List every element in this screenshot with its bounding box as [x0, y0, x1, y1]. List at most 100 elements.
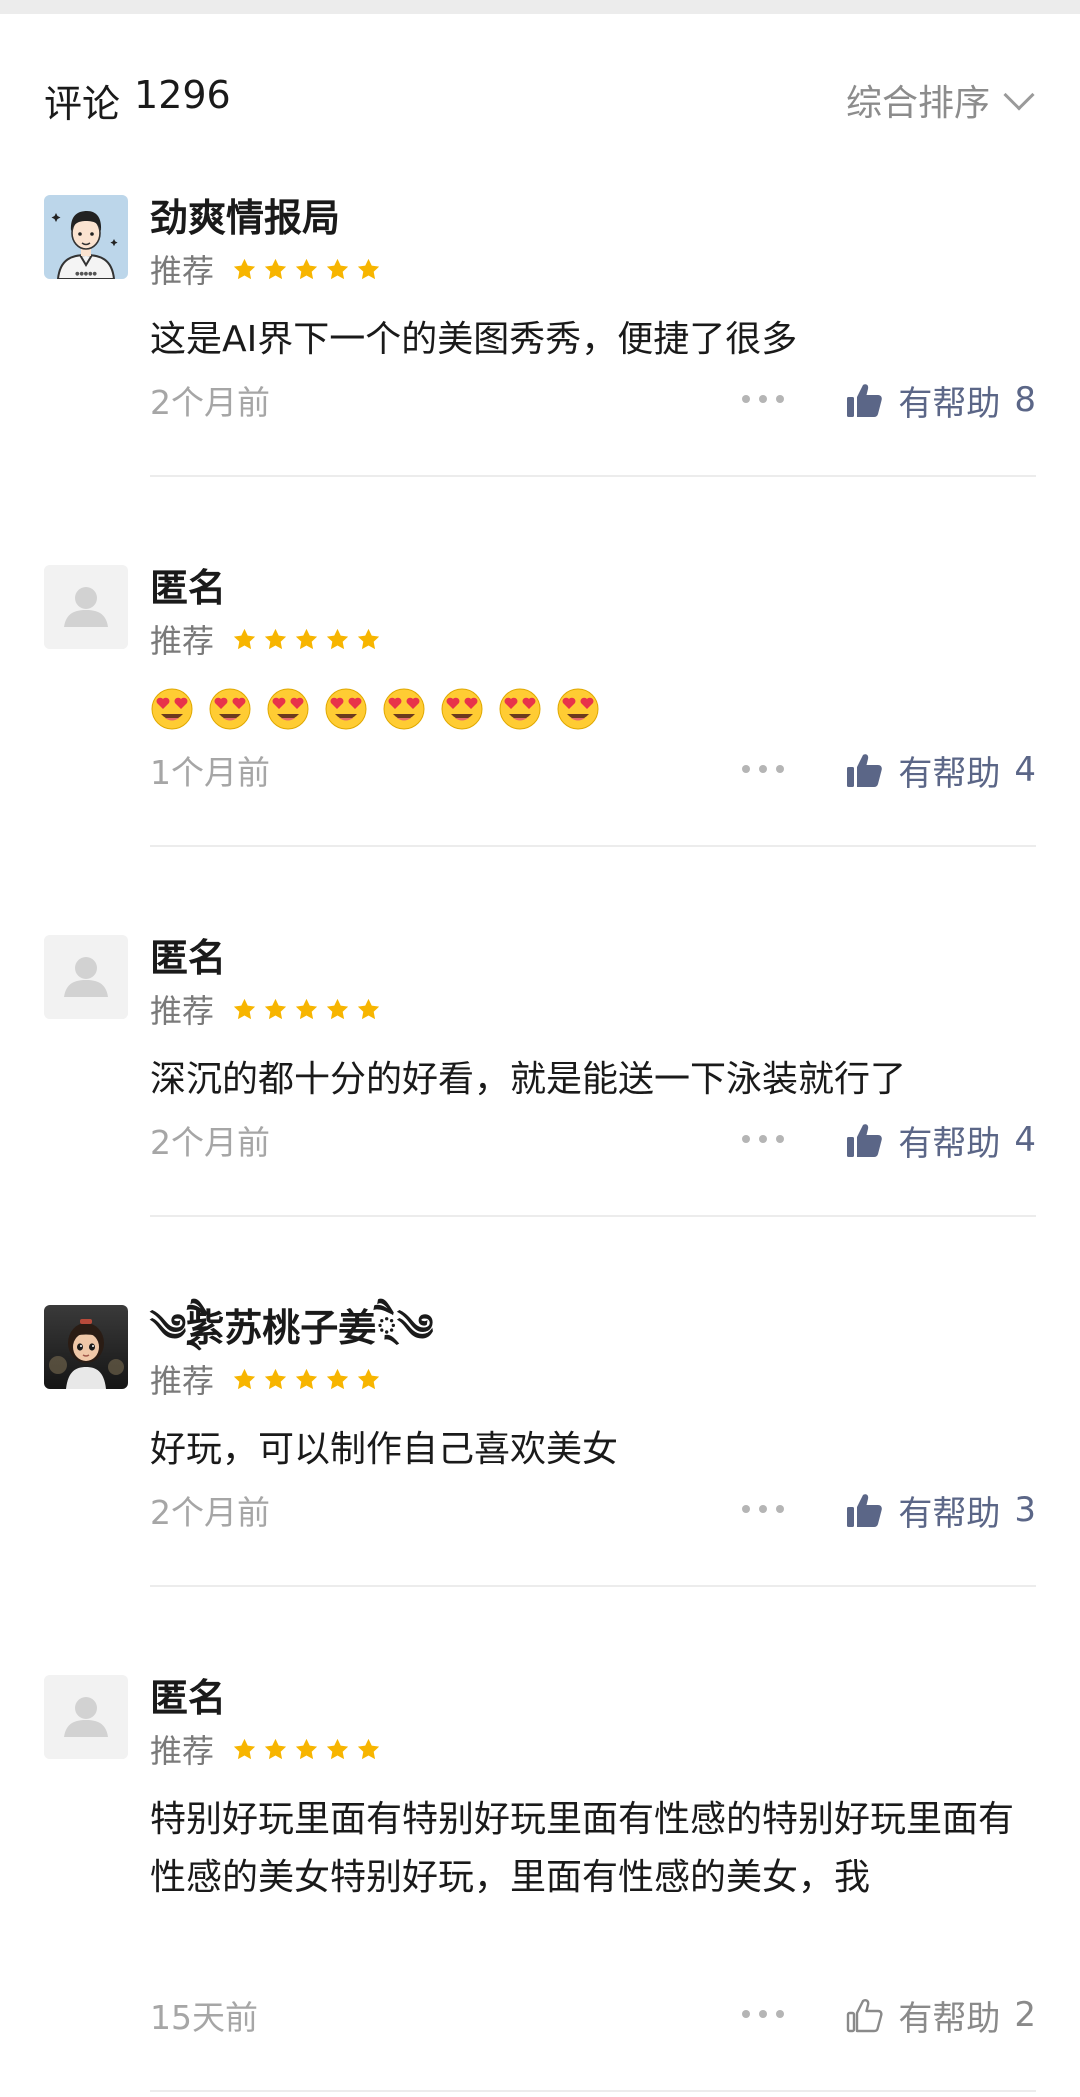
review-list: ●●●●● 劲爽情报局 推荐 这是AI界下一个的美图秀秀，便捷了很多 2个月前 有帮助 8 匿… [0, 195, 1080, 2097]
review-content: 深沉的都十分的好看，就是能送一下泳装就行了 [150, 1059, 907, 1100]
star-icon [325, 1367, 350, 1392]
author-name[interactable]: 匿名 [150, 1675, 1036, 1721]
heart-eyes-emoji-icon [208, 687, 252, 731]
star-icon [294, 1367, 319, 1392]
avatar[interactable] [44, 1305, 128, 1389]
avatar[interactable] [44, 935, 128, 1019]
star-icon [263, 627, 288, 652]
divider [150, 1215, 1036, 1217]
helpful-button[interactable]: 有帮助 2 [844, 1991, 1036, 2040]
star-icon [263, 257, 288, 282]
helpful-label: 有帮助 [898, 1123, 1001, 1164]
thumbs-up-icon [844, 1995, 884, 2035]
helpful-count: 8 [1014, 380, 1036, 420]
review-item: 匿名推荐深沉的都十分的好看，就是能送一下泳装就行了 2个月前 有帮助 4 [0, 935, 1080, 1305]
star-icon [294, 257, 319, 282]
recommend-tag: 推荐 [150, 252, 215, 290]
recommend-tag: 推荐 [150, 622, 215, 660]
star-icon [263, 1737, 288, 1762]
review-actions: 有帮助 4 [742, 1116, 1036, 1165]
review-footer: 1个月前 有帮助 4 [150, 745, 1036, 795]
avatar[interactable] [44, 1675, 128, 1759]
avatar[interactable] [44, 565, 128, 649]
divider [150, 2090, 1036, 2092]
more-dots-icon[interactable] [742, 765, 785, 775]
review-body: 匿名推荐深沉的都十分的好看，就是能送一下泳装就行了 [150, 935, 1036, 1109]
review-item: ༄྄ཻ紫苏桃子姜྄ཻ༄ 推荐好玩，可以制作自己喜欢美女 2个月前 有帮助 3 [0, 1305, 1080, 1675]
star-icon [356, 1367, 381, 1392]
more-dots-icon[interactable] [742, 1505, 785, 1515]
sort-label: 综合排序 [845, 83, 990, 124]
heart-eyes-emoji-icon [266, 687, 310, 731]
review-content: 😍😍😍😍😍😍😍😍 [150, 687, 1036, 731]
helpful-label: 有帮助 [898, 1493, 1001, 1534]
review-content: 这是AI界下一个的美图秀秀，便捷了很多 [150, 319, 798, 360]
review-footer: 15天前 有帮助 2 [150, 1990, 1036, 2040]
avatar[interactable]: ●●●●● [44, 195, 128, 279]
review-footer: 2个月前 有帮助 3 [150, 1485, 1036, 1535]
review-footer: 2个月前 有帮助 4 [150, 1115, 1036, 1165]
review-body: 匿名推荐 😍😍😍😍😍😍😍😍 [150, 565, 1036, 731]
thumbs-up-icon [844, 1120, 884, 1160]
review-time: 2个月前 [150, 1493, 270, 1532]
helpful-count: 2 [1014, 1995, 1036, 2035]
helpful-button[interactable]: 有帮助 4 [844, 746, 1036, 795]
helpful-label: 有帮助 [898, 1998, 1001, 2039]
review-content: 好玩，可以制作自己喜欢美女 [150, 1429, 619, 1470]
divider [150, 1585, 1036, 1587]
author-name[interactable]: 匿名 [150, 565, 1036, 611]
review-time: 15天前 [150, 1998, 258, 2037]
review-content: 特别好玩里面有特别好玩里面有性感的特别好玩里面有性感的美女特别好玩，里面有性感的… [150, 1799, 1015, 1898]
star-rating [232, 1737, 381, 1762]
star-icon [325, 1737, 350, 1762]
more-dots-icon[interactable] [742, 2010, 785, 2020]
star-icon [356, 257, 381, 282]
more-dots-icon[interactable] [742, 1135, 785, 1145]
star-icon [263, 1367, 288, 1392]
star-rating [232, 627, 381, 652]
author-name[interactable]: 匿名 [150, 935, 1036, 981]
comments-title-label: 评论 [44, 81, 121, 126]
review-meta: 推荐 [150, 617, 1036, 661]
author-name[interactable]: ༄྄ཻ紫苏桃子姜྄ཻ༄ [150, 1305, 1036, 1351]
author-name[interactable]: 劲爽情报局 [150, 195, 1036, 241]
recommend-tag: 推荐 [150, 1732, 215, 1770]
review-meta: 推荐 [150, 987, 1036, 1031]
star-icon [232, 1737, 257, 1762]
thumbs-up-icon [844, 380, 884, 420]
helpful-label: 有帮助 [898, 383, 1001, 424]
review-meta: 推荐 [150, 1357, 1036, 1401]
top-strip [0, 0, 1080, 14]
star-icon [294, 1737, 319, 1762]
more-dots-icon[interactable] [742, 395, 785, 405]
review-item: 匿名推荐特别好玩里面有特别好玩里面有性感的特别好玩里面有性感的美女特别好玩，里面… [0, 1675, 1080, 2097]
review-body: 匿名推荐特别好玩里面有特别好玩里面有性感的特别好玩里面有性感的美女特别好玩，里面… [150, 1675, 1036, 1907]
star-icon [232, 1367, 257, 1392]
review-time: 1个月前 [150, 753, 270, 792]
heart-eyes-emoji-icon [440, 687, 484, 731]
chevron-down-icon [1003, 79, 1035, 111]
star-icon [356, 627, 381, 652]
heart-eyes-emoji-icon [556, 687, 600, 731]
heart-eyes-emoji-icon [150, 687, 194, 731]
review-actions: 有帮助 8 [742, 376, 1036, 425]
helpful-button[interactable]: 有帮助 3 [844, 1486, 1036, 1535]
review-meta: 推荐 [150, 247, 1036, 291]
helpful-count: 4 [1014, 750, 1036, 790]
star-icon [325, 627, 350, 652]
heart-eyes-emoji-icon [324, 687, 368, 731]
star-icon [232, 257, 257, 282]
star-icon [232, 997, 257, 1022]
heart-eyes-emoji-icon [498, 687, 542, 731]
review-time: 2个月前 [150, 1123, 270, 1162]
helpful-button[interactable]: 有帮助 4 [844, 1116, 1036, 1165]
comments-header: 评论 1296 综合排序 [44, 70, 1036, 130]
review-actions: 有帮助 2 [742, 1991, 1036, 2040]
heart-eyes-emoji-icon [382, 687, 426, 731]
star-icon [356, 1737, 381, 1762]
sort-dropdown[interactable]: 综合排序 [846, 74, 1036, 126]
review-actions: 有帮助 4 [742, 746, 1036, 795]
helpful-button[interactable]: 有帮助 8 [844, 376, 1036, 425]
divider [150, 475, 1036, 477]
star-icon [232, 627, 257, 652]
